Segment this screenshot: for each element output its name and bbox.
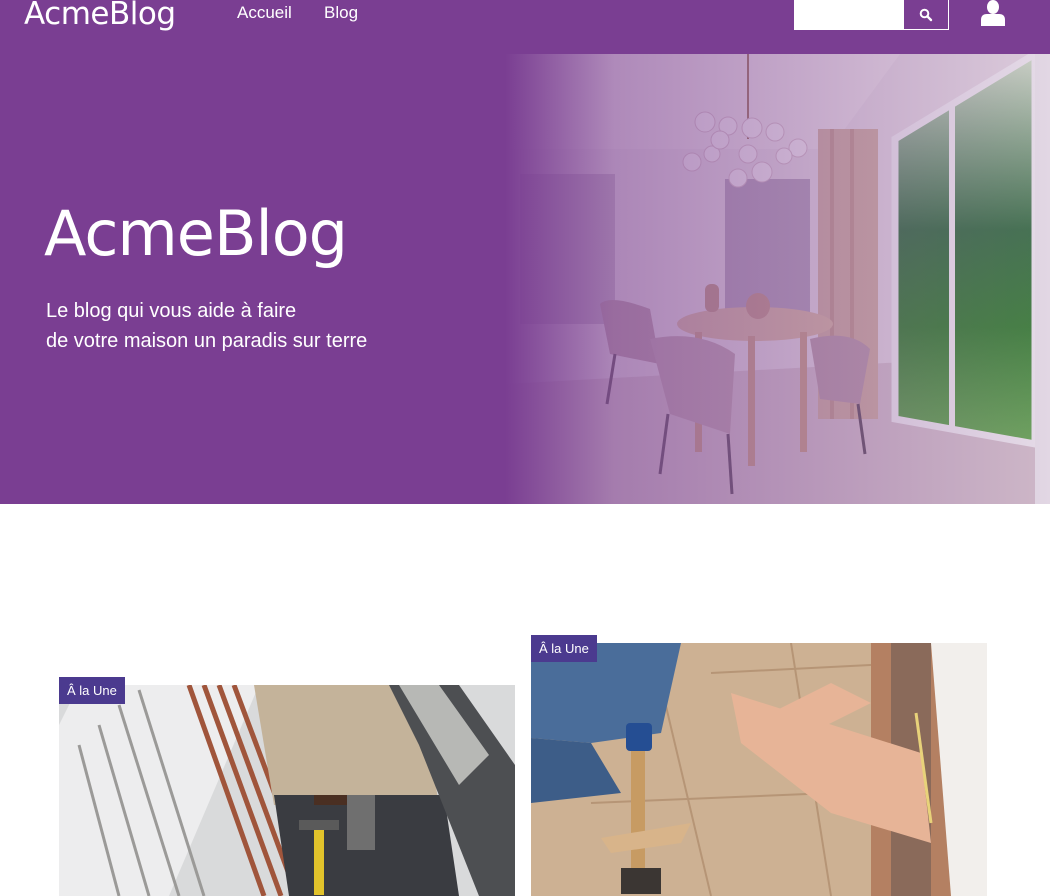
featured-badge-2[interactable]: Â la Une xyxy=(531,635,597,662)
hero-background-image xyxy=(0,54,1050,504)
hero-subtitle: Le blog qui vous aide à faire de votre m… xyxy=(46,296,367,356)
top-navigation-bar: AcmeBlog Accueil Blog xyxy=(0,0,1050,54)
hero-subtitle-line-2: de votre maison un paradis sur terre xyxy=(46,330,368,352)
search-input[interactable] xyxy=(794,0,904,30)
hero-subtitle-line-1: Le blog qui vous aide à faire xyxy=(46,300,297,322)
article-card-1[interactable] xyxy=(59,685,515,896)
user-icon[interactable] xyxy=(980,0,1006,26)
site-logo[interactable]: AcmeBlog xyxy=(24,0,176,34)
hero-banner: AcmeBlog Le blog qui vous aide à faire d… xyxy=(0,54,1050,504)
nav-link-blog[interactable]: Blog xyxy=(324,2,358,24)
search-button[interactable] xyxy=(903,0,949,30)
article-image-worker xyxy=(59,685,515,896)
featured-badge-1[interactable]: Â la Une xyxy=(59,677,125,704)
article-card-2[interactable] xyxy=(531,643,987,896)
search-icon xyxy=(919,8,933,21)
article-image-flooring xyxy=(531,643,987,896)
hero-title: AcmeBlog xyxy=(44,197,348,270)
nav-link-accueil[interactable]: Accueil xyxy=(237,2,292,24)
